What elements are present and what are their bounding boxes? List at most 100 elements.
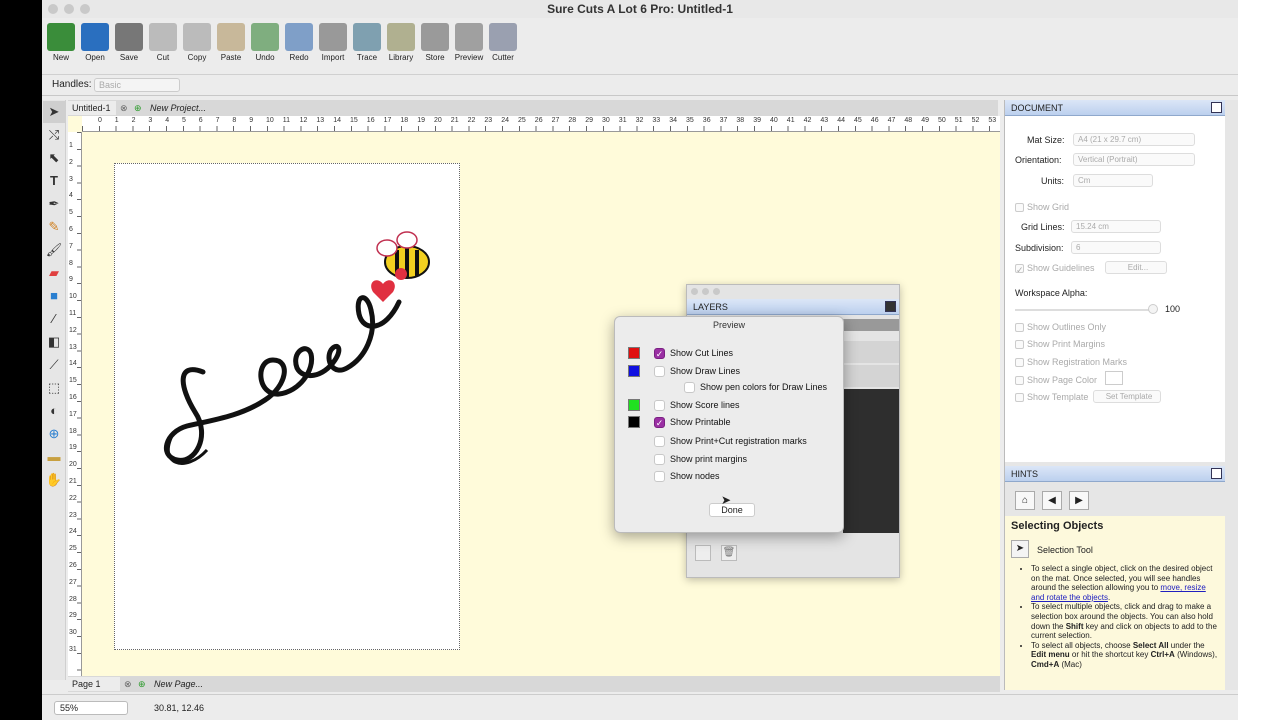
transform-tool-icon[interactable]: ⬚ (43, 377, 65, 399)
add-page-icon[interactable]: ⊕ (134, 677, 148, 691)
layer-row-2[interactable] (843, 365, 899, 387)
hand-tool-icon[interactable]: ✋ (43, 469, 65, 491)
preview-option-label[interactable]: Show Printable (670, 417, 731, 427)
ruler-label: 21 (450, 117, 459, 124)
dock-hints-icon[interactable] (1211, 468, 1222, 479)
show-outlines-only-checkbox[interactable]: Show Outlines Only (1015, 322, 1106, 333)
checkbox[interactable] (684, 382, 695, 393)
save-button[interactable]: Save (112, 20, 146, 68)
app-window: Sure Cuts A Lot 6 Pro: Untitled-1 New Ope… (42, 0, 1238, 720)
eyedropper-tool-icon[interactable]: ⁄ (43, 308, 65, 330)
redo-button[interactable]: Redo (282, 20, 316, 68)
preview-option-label[interactable]: Show Print+Cut registration marks (670, 436, 807, 446)
checkbox[interactable] (654, 400, 665, 411)
blend-tool-icon[interactable]: ◐ (43, 400, 65, 422)
mat-page[interactable] (114, 163, 460, 650)
selection-tool-icon[interactable]: ➤ (43, 101, 65, 123)
home-icon[interactable]: ⌂ (1015, 491, 1035, 510)
units-select[interactable]: Cm (1073, 174, 1153, 187)
eraser-tool-icon[interactable]: ▰ (43, 262, 65, 284)
ruler-label: 22 (467, 117, 476, 124)
page-color-swatch[interactable] (1105, 371, 1123, 385)
preview-option-label[interactable]: Show nodes (670, 471, 720, 481)
layers-dock-icon[interactable] (885, 301, 896, 312)
grid-lines-input[interactable]: 15.24 cm (1071, 220, 1161, 233)
add-layer-icon[interactable] (695, 545, 711, 561)
zoom-tool-icon[interactable]: ⊕ (43, 423, 65, 445)
dock-panel-icon[interactable] (1211, 102, 1222, 113)
zoom-select[interactable]: 55% (54, 701, 128, 715)
show-guidelines-checkbox[interactable]: ✓ Show Guidelines (1015, 263, 1095, 275)
layer-row-1[interactable] (843, 341, 899, 363)
workspace-alpha-slider[interactable] (1015, 309, 1155, 311)
checkbox[interactable] (654, 454, 665, 465)
measure-tool-icon[interactable]: ▬ (43, 446, 65, 468)
show-grid-checkbox[interactable]: Show Grid (1015, 202, 1069, 213)
trash-icon[interactable]: 🗑 (721, 545, 737, 561)
knife-tool-icon[interactable]: ⟋ (43, 354, 65, 376)
zoom-window-icon[interactable] (80, 4, 90, 14)
checkbox[interactable]: ✓ (654, 417, 665, 428)
subdivision-input[interactable]: 6 (1071, 241, 1161, 254)
copy-button[interactable]: Copy (180, 20, 214, 68)
mat-size-select[interactable]: A4 (21 x 29.7 cm) (1073, 133, 1195, 146)
preview-option-label[interactable]: Show Draw Lines (670, 366, 740, 376)
direct-select-tool-icon[interactable]: ⬉ (43, 147, 65, 169)
add-project-icon[interactable]: ⊕ (130, 101, 144, 115)
new-page-tab[interactable]: New Page... (150, 677, 207, 691)
done-button[interactable]: Done (709, 503, 755, 517)
preview-button[interactable]: Preview (452, 20, 486, 68)
forward-arrow-icon[interactable]: ▶ (1069, 491, 1089, 510)
import-button[interactable]: Import (316, 20, 350, 68)
trace-icon (353, 23, 381, 51)
show-registration-marks-checkbox[interactable]: Show Registration Marks (1015, 357, 1127, 368)
fill-tool-icon[interactable]: ◧ (43, 331, 65, 353)
cutter-button[interactable]: Cutter (486, 20, 520, 68)
cut-button[interactable]: Cut (146, 20, 180, 68)
back-arrow-icon[interactable]: ◀ (1042, 491, 1062, 510)
layers-zoom-icon[interactable] (713, 288, 720, 295)
love-bee-artwork[interactable] (115, 164, 461, 651)
trace-button[interactable]: Trace (350, 20, 384, 68)
checkbox[interactable] (654, 366, 665, 377)
handles-select[interactable]: Basic (94, 78, 180, 92)
pen-tool-icon[interactable]: ✒ (43, 193, 65, 215)
page-1-tab[interactable]: Page 1 (68, 677, 120, 691)
node-edit-tool-icon[interactable]: ⤭ (43, 124, 65, 146)
paste-button[interactable]: Paste (214, 20, 248, 68)
minimize-window-icon[interactable] (64, 4, 74, 14)
new-project-tab[interactable]: New Project... (146, 101, 210, 115)
preview-option-label[interactable]: Show pen colors for Draw Lines (700, 382, 827, 392)
slider-knob-icon[interactable] (1148, 304, 1158, 314)
new-button[interactable]: New (44, 20, 78, 68)
show-template-checkbox[interactable]: Show Template (1015, 392, 1088, 403)
library-button[interactable]: Library (384, 20, 418, 68)
ruler-label: 18 (400, 117, 409, 124)
show-page-color-checkbox[interactable]: Show Page Color (1015, 375, 1097, 386)
preview-option-label[interactable]: Show print margins (670, 454, 747, 464)
rectangle-tool-icon[interactable]: ■ (43, 285, 65, 307)
orientation-select[interactable]: Vertical (Portrait) (1073, 153, 1195, 166)
layers-options-bar[interactable] (843, 319, 899, 331)
brush-tool-icon[interactable]: 🖌 (43, 239, 65, 261)
checkbox[interactable] (654, 471, 665, 482)
open-button[interactable]: Open (78, 20, 112, 68)
checkbox[interactable]: ✓ (654, 348, 665, 359)
close-page-icon[interactable]: ⊗ (120, 677, 134, 691)
tab-untitled-1[interactable]: Untitled-1 (68, 101, 116, 115)
layers-min-icon[interactable] (702, 288, 709, 295)
text-tool-icon[interactable]: T (43, 170, 65, 192)
preview-option-label[interactable]: Show Cut Lines (670, 348, 733, 358)
store-button[interactable]: Store (418, 20, 452, 68)
preview-option-label[interactable]: Show Score lines (670, 400, 740, 410)
close-tab-icon[interactable]: ⊗ (116, 101, 130, 115)
layers-close-icon[interactable] (691, 288, 698, 295)
show-print-margins-checkbox[interactable]: Show Print Margins (1015, 339, 1105, 350)
set-template-button[interactable]: Set Template (1093, 390, 1161, 403)
edit-guidelines-button[interactable]: Edit... (1105, 261, 1167, 274)
ruler-label: 5 (182, 117, 186, 124)
undo-button[interactable]: Undo (248, 20, 282, 68)
close-window-icon[interactable] (48, 4, 58, 14)
checkbox[interactable] (654, 436, 665, 447)
pencil-tool-icon[interactable]: ✎ (43, 216, 65, 238)
